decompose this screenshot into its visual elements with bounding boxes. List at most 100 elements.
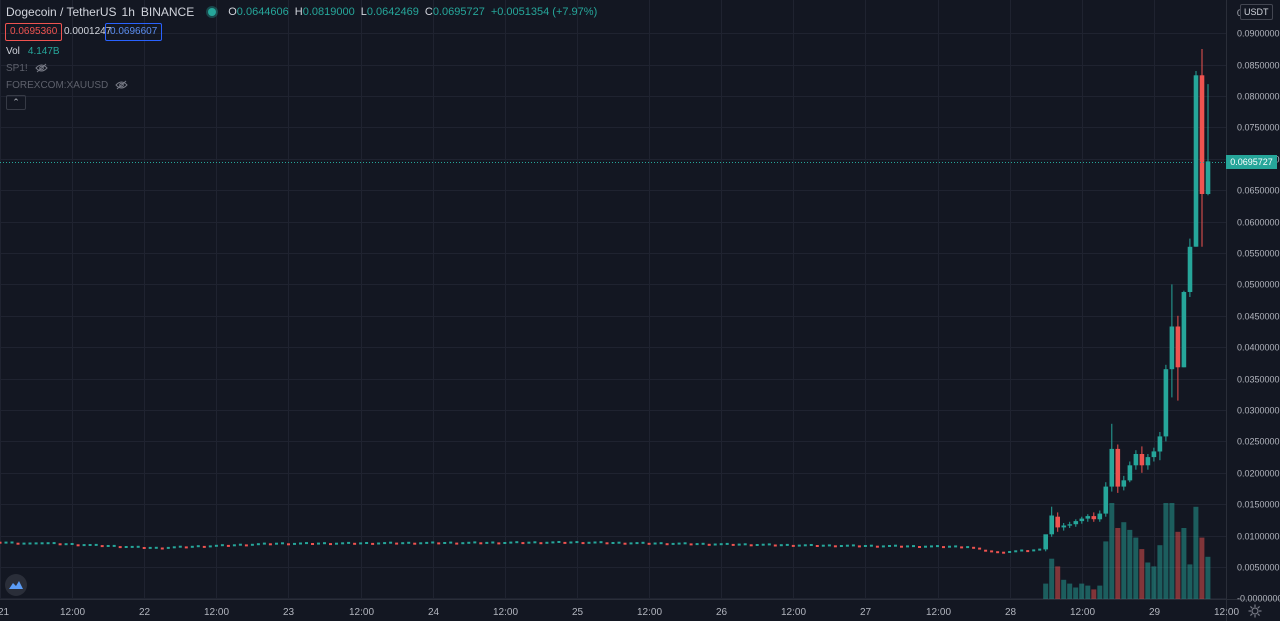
flat-candle	[4, 541, 8, 544]
candle-body	[1151, 451, 1157, 458]
candle-body	[1067, 524, 1073, 526]
eye-crossed-icon[interactable]	[115, 80, 128, 90]
flat-candle	[226, 544, 230, 547]
flat-candle	[359, 542, 363, 545]
volume-study-legend[interactable]: Vol 4.147B	[6, 44, 60, 58]
flat-candle	[58, 543, 62, 546]
flat-candle	[527, 541, 531, 544]
price-tick-label: 0.0150000	[1237, 500, 1280, 510]
chevron-up-icon[interactable]: ⌃	[6, 95, 26, 110]
time-tick-label: 26	[716, 607, 728, 618]
flat-candle	[924, 545, 927, 548]
price-tick-label: 0.0200000	[1237, 469, 1280, 479]
volume-bar	[1115, 528, 1121, 599]
flat-candle	[485, 541, 489, 544]
candle-body	[1097, 513, 1103, 520]
flat-candle	[839, 545, 843, 547]
flat-candle	[52, 542, 56, 545]
flat-candle	[112, 544, 116, 547]
flat-candle	[1020, 549, 1024, 552]
flat-candle	[557, 541, 561, 543]
volume-bar	[1127, 529, 1133, 599]
flat-candle	[773, 544, 777, 547]
interval-label[interactable]: 1h	[122, 5, 135, 19]
xauusd-study-legend[interactable]: FOREXCOM:XAUUSD	[6, 78, 128, 92]
candle-body	[1109, 448, 1115, 487]
symbol-legend[interactable]: Dogecoin / TetherUS 1h BINANCE O 0.064460…	[6, 4, 603, 20]
price-chart[interactable]: 0.09000000.08500000.08000000.07500000.07…	[0, 0, 1280, 621]
flat-candle	[551, 541, 555, 544]
price-axis[interactable]: 0.09000000.08500000.08000000.07500000.07…	[1237, 8, 1280, 604]
buy-price-box[interactable]: 0.0696607	[105, 23, 163, 41]
eye-crossed-icon[interactable]	[35, 63, 48, 73]
flat-candle	[10, 541, 14, 544]
flat-candle	[329, 543, 332, 546]
flat-candle	[990, 550, 994, 553]
volume-bar	[1121, 522, 1127, 599]
exchange-label: BINANCE	[140, 5, 195, 19]
flat-candle	[437, 542, 441, 545]
volume-bar	[1073, 587, 1079, 599]
change-value: +0.0051354 (+7.97%)	[490, 6, 598, 18]
flat-candle	[701, 542, 705, 545]
flat-candle	[353, 542, 357, 545]
flat-candle	[1002, 551, 1006, 554]
sell-price-box[interactable]: 0.0695360	[5, 23, 63, 41]
candle-body	[1199, 75, 1205, 194]
time-axis[interactable]: 21 12:00 22 12:00 23 12:00 24 12:00 25 12:00 26 12:…	[0, 607, 1239, 618]
flat-candle	[731, 543, 735, 546]
gear-icon[interactable]	[1248, 604, 1262, 618]
flat-candle	[34, 542, 38, 545]
volume-bar	[1157, 545, 1163, 599]
flat-candle	[521, 542, 525, 545]
flat-candle	[1014, 550, 1018, 553]
flat-candle	[262, 542, 266, 545]
candle-body	[1187, 246, 1193, 292]
flat-candle	[377, 542, 381, 545]
flat-candle	[515, 541, 519, 544]
flat-candle	[719, 543, 723, 546]
flat-candle	[268, 543, 272, 546]
flat-candle	[665, 543, 669, 546]
symbol-name[interactable]: Dogecoin / TetherUS	[6, 5, 117, 19]
flat-candle	[881, 545, 885, 548]
flat-candle	[617, 541, 621, 544]
flat-candle	[64, 543, 68, 546]
time-tick-label: 29	[1149, 607, 1161, 618]
flat-candle	[443, 542, 447, 544]
price-tick-label: 0.0400000	[1237, 343, 1280, 353]
flat-candle	[539, 542, 543, 545]
chart-grid	[0, 0, 1280, 621]
volume-bar	[1139, 549, 1145, 599]
flat-candle	[779, 544, 783, 547]
flat-candle	[76, 544, 80, 547]
sp1-label: SP1!	[6, 62, 28, 74]
candle-body	[1133, 454, 1139, 466]
flat-candle	[689, 543, 693, 546]
flat-candle	[232, 544, 236, 547]
sp1-study-legend[interactable]: SP1!	[6, 61, 48, 75]
candle-body	[1181, 292, 1187, 368]
tradingview-logo-icon[interactable]	[5, 574, 27, 596]
currency-badge[interactable]: USDT	[1240, 4, 1273, 20]
time-tick-label: 23	[283, 607, 295, 618]
flat-candle	[347, 541, 351, 544]
price-tick-label: -0.0000000	[1237, 594, 1280, 604]
volume-bar	[1055, 566, 1061, 599]
flat-candle	[449, 541, 453, 544]
flat-candle	[1026, 550, 1030, 553]
time-tick-label: 12:00	[926, 607, 951, 618]
volume-value: 4.147B	[27, 45, 60, 57]
flat-candle	[906, 545, 909, 548]
flat-candle	[659, 542, 663, 545]
flat-candle	[323, 542, 326, 545]
flat-candle	[419, 542, 423, 545]
candle-body	[1121, 480, 1127, 487]
flat-candle	[317, 542, 320, 545]
volume-bar	[1163, 503, 1169, 599]
flat-candle	[365, 542, 369, 544]
flat-candle	[797, 544, 801, 547]
flat-candle	[455, 542, 459, 545]
time-tick-label: 12:00	[349, 607, 374, 618]
flat-candle	[569, 541, 573, 544]
